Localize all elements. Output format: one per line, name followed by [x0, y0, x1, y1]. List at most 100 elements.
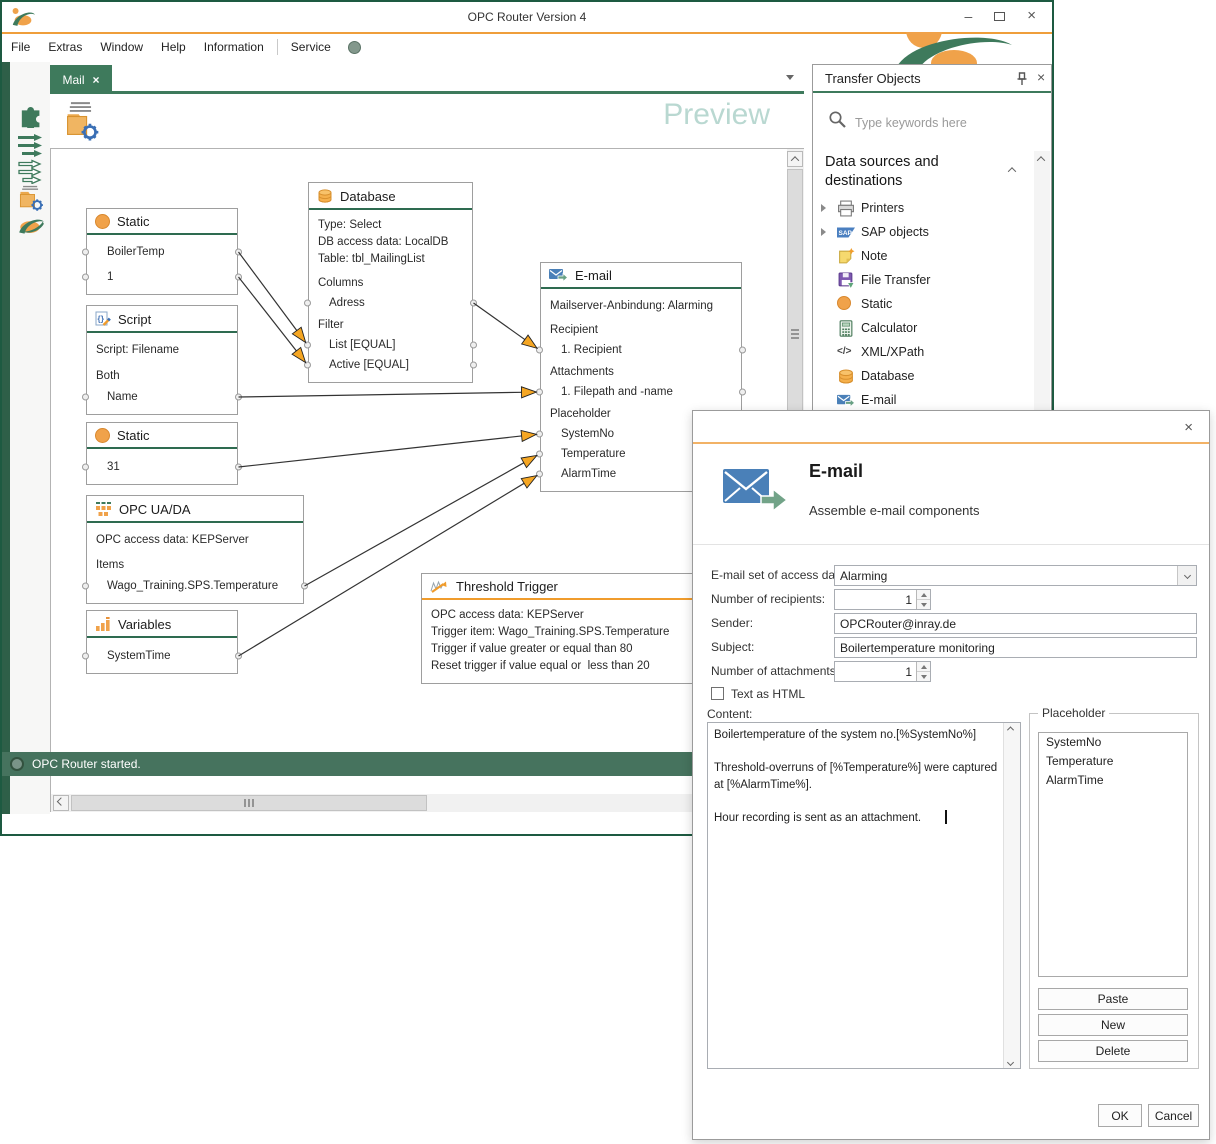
- textarea-scrollbar[interactable]: [1003, 723, 1020, 1068]
- placeholder-listbox[interactable]: SystemNo Temperature AlarmTime: [1038, 732, 1188, 977]
- connection-port[interactable]: [235, 394, 242, 401]
- node-title: Threshold Trigger: [456, 579, 558, 594]
- opcrouter-swirl-icon[interactable]: [16, 212, 46, 238]
- node-script[interactable]: {} Script Script: FilenameBothName: [86, 305, 238, 415]
- menu-extras[interactable]: Extras: [39, 36, 91, 58]
- connection-port[interactable]: [304, 300, 311, 307]
- pin-icon[interactable]: [1013, 71, 1030, 88]
- connection-port[interactable]: [82, 464, 89, 471]
- connection-port[interactable]: [536, 389, 543, 396]
- access-data-combobox[interactable]: Alarming: [834, 565, 1197, 586]
- connection-port[interactable]: [82, 394, 89, 401]
- scroll-down-icon[interactable]: [1007, 1059, 1014, 1066]
- recipients-input[interactable]: 1: [834, 589, 931, 610]
- transfer-item-xml-xpath[interactable]: </> XML/XPath: [813, 342, 1031, 364]
- connection-port[interactable]: [470, 362, 477, 369]
- transfer-item-printers[interactable]: Printers: [813, 198, 1031, 220]
- node-row: 1: [87, 269, 237, 285]
- transfer-item-email[interactable]: E-mail: [813, 390, 1031, 412]
- tab-mail[interactable]: Mail ×: [50, 65, 112, 94]
- close-button[interactable]: ×: [1027, 8, 1036, 24]
- connections-solid-icon[interactable]: [16, 132, 46, 158]
- menu-information[interactable]: Information: [195, 36, 273, 58]
- connection-port[interactable]: [536, 451, 543, 458]
- connection-port[interactable]: [536, 347, 543, 354]
- menu-help[interactable]: Help: [152, 36, 195, 58]
- connection-port[interactable]: [304, 342, 311, 349]
- connection-port[interactable]: [536, 471, 543, 478]
- service-status-dot: [348, 41, 361, 54]
- connection-port[interactable]: [82, 653, 89, 660]
- connection-port[interactable]: [235, 274, 242, 281]
- node-opc-ua-da[interactable]: OPC UA/DA OPC access data: KEPServerItem…: [86, 495, 304, 604]
- node-threshold-trigger[interactable]: Threshold Trigger OPC access data: KEPSe…: [421, 573, 707, 684]
- transfer-item-sap[interactable]: SAP SAP objects: [813, 222, 1031, 244]
- placeholder-item[interactable]: Temperature: [1039, 752, 1187, 771]
- connection-port[interactable]: [82, 249, 89, 256]
- connection-port[interactable]: [536, 431, 543, 438]
- plugins-puzzle-icon[interactable]: [16, 102, 46, 128]
- expand-arrow-icon[interactable]: [821, 204, 826, 212]
- connection-port[interactable]: [301, 583, 308, 590]
- placeholder-item[interactable]: AlarmTime: [1039, 771, 1187, 790]
- connection-port[interactable]: [304, 362, 311, 369]
- connection-port[interactable]: [739, 347, 746, 354]
- connection-port[interactable]: [235, 464, 242, 471]
- attachments-spinner[interactable]: [916, 662, 930, 681]
- maximize-button[interactable]: [994, 12, 1005, 21]
- tab-close-icon[interactable]: ×: [93, 73, 100, 87]
- cancel-button[interactable]: Cancel: [1148, 1104, 1199, 1127]
- recipients-spinner[interactable]: [916, 590, 930, 609]
- expand-arrow-icon[interactable]: [821, 228, 826, 236]
- scroll-left-button[interactable]: [53, 795, 69, 811]
- collapse-chevron-icon[interactable]: [1008, 167, 1016, 175]
- horizontal-scroll-thumb[interactable]: [71, 795, 427, 811]
- new-button[interactable]: New: [1038, 1014, 1188, 1036]
- connection-port[interactable]: [470, 342, 477, 349]
- text-as-html-checkbox[interactable]: [711, 687, 724, 700]
- menu-service[interactable]: Service: [282, 36, 340, 58]
- scroll-up-icon[interactable]: [1037, 156, 1045, 164]
- subject-input[interactable]: Boilertemperature monitoring: [834, 637, 1197, 658]
- ok-button[interactable]: OK: [1098, 1104, 1142, 1127]
- dialog-close-icon[interactable]: ×: [1184, 419, 1193, 436]
- tab-list-chevron-icon[interactable]: [786, 75, 794, 80]
- text-as-html-label: Text as HTML: [731, 687, 805, 701]
- project-settings-icon[interactable]: [62, 98, 100, 144]
- connections-outline-icon[interactable]: [16, 158, 46, 184]
- transfer-item-note[interactable]: Note: [813, 246, 1031, 268]
- node-row: Items: [87, 557, 303, 573]
- delete-button[interactable]: Delete: [1038, 1040, 1188, 1062]
- transfer-item-static[interactable]: Static: [813, 294, 1031, 316]
- node-variables[interactable]: Variables SystemTime: [86, 610, 238, 674]
- paste-button[interactable]: Paste: [1038, 988, 1188, 1010]
- node-database[interactable]: Database Type: SelectDB access data: Loc…: [308, 182, 473, 383]
- panel-close-icon[interactable]: ×: [1037, 69, 1045, 85]
- canvas-frame: Static BoilerTemp1 {} Script: [50, 148, 804, 812]
- node-static-2[interactable]: Static 31: [86, 422, 238, 485]
- status-text: OPC Router started.: [32, 757, 141, 771]
- menu-window[interactable]: Window: [91, 36, 152, 58]
- combo-dropdown-icon[interactable]: [1177, 566, 1196, 585]
- connection-port[interactable]: [470, 300, 477, 307]
- project-folder-gear-icon[interactable]: [16, 183, 46, 213]
- sender-input[interactable]: OPCRouter@inray.de: [834, 613, 1197, 634]
- scroll-up-icon[interactable]: [1007, 726, 1014, 733]
- section-header[interactable]: Data sources and destinations: [825, 153, 1003, 191]
- connection-port[interactable]: [82, 583, 89, 590]
- minimize-button[interactable]: –: [964, 8, 972, 24]
- connection-port[interactable]: [235, 249, 242, 256]
- scroll-up-button[interactable]: [787, 151, 803, 167]
- search-input[interactable]: Type keywords here: [855, 116, 967, 130]
- transfer-item-database[interactable]: Database: [813, 366, 1031, 388]
- connection-port[interactable]: [82, 274, 89, 281]
- connection-port[interactable]: [235, 653, 242, 660]
- transfer-item-calculator[interactable]: Calculator: [813, 318, 1031, 340]
- node-static-1[interactable]: Static BoilerTemp1: [86, 208, 238, 295]
- transfer-item-file-transfer[interactable]: File Transfer: [813, 270, 1031, 292]
- placeholder-item[interactable]: SystemNo: [1039, 733, 1187, 752]
- attachments-input[interactable]: 1: [834, 661, 931, 682]
- menu-file[interactable]: File: [2, 36, 39, 58]
- connection-port[interactable]: [739, 389, 746, 396]
- content-textarea[interactable]: Boilertemperature of the system no.[%Sys…: [707, 722, 1021, 1069]
